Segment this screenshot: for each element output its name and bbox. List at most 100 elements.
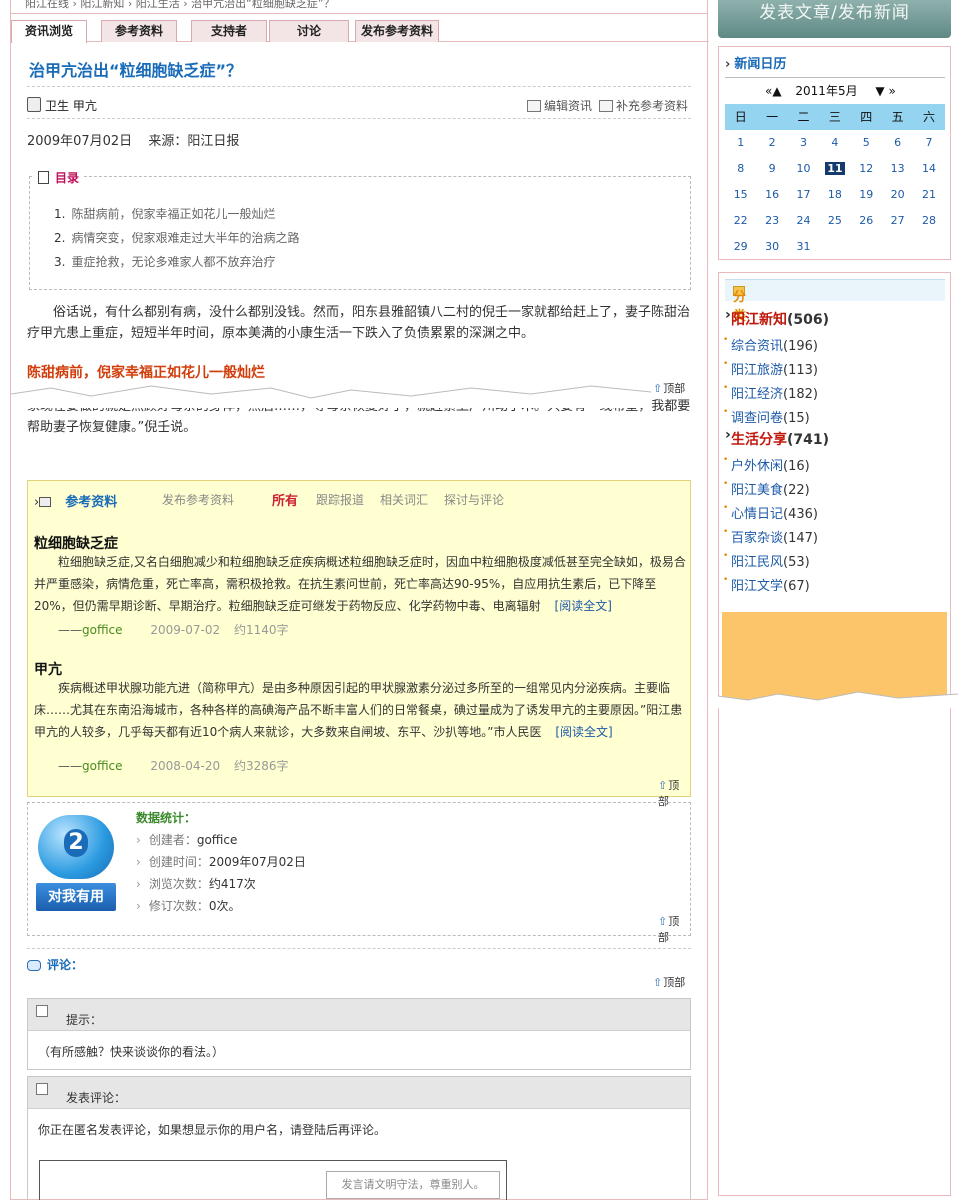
calendar-day[interactable]: 30 <box>756 234 787 260</box>
reference-tab-all[interactable]: 所有 <box>272 490 298 509</box>
reference-tab-follow-up[interactable]: 跟踪报道 <box>316 491 364 508</box>
category-item[interactable]: 阳江文学(67) <box>723 575 810 594</box>
weekday-label: 一 <box>766 110 779 124</box>
publish-button[interactable]: 发表文章/发布新闻 <box>718 0 951 38</box>
calendar-day[interactable]: 24 <box>788 208 819 234</box>
weekday-label: 三 <box>828 110 841 124</box>
calendar-day[interactable]: 28 <box>913 208 944 234</box>
calendar-day[interactable]: 2 <box>756 130 787 156</box>
reference-entry-meta: ——goffice 2009-07-02 约1140字 <box>58 623 289 637</box>
category-item[interactable]: 阳江旅游(113) <box>723 359 818 378</box>
tab-publish-reference[interactable]: 发布参考资料 <box>355 20 439 42</box>
calendar-day[interactable]: 3 <box>788 130 819 156</box>
panel-header: 提示： <box>28 999 690 1031</box>
calendar-day[interactable]: 1 <box>725 130 756 156</box>
to-top-link[interactable]: 顶部 <box>653 974 685 990</box>
calendar-day[interactable]: 21 <box>913 182 944 208</box>
category-item[interactable]: 调查问卷(15) <box>723 407 810 426</box>
next-month-button[interactable]: ▼ » <box>875 84 895 98</box>
calendar-day[interactable]: 13 <box>882 156 913 182</box>
calendar-day[interactable]: 8 <box>725 156 756 182</box>
article-source: 阳江日报 <box>187 134 240 149</box>
author-link[interactable]: goffice <box>82 759 123 773</box>
calendar-day[interactable]: 6 <box>882 130 913 156</box>
useful-button[interactable]: 对我有用 <box>36 883 116 911</box>
toc-item[interactable]: 1. 陈甜病前，倪家幸福正如花儿一般灿烂 <box>54 205 299 229</box>
tag-bar: 卫生 甲亢 编辑资讯 补充参考资料 <box>27 94 691 116</box>
calendar-day[interactable]: 31 <box>788 234 819 260</box>
calendar-day[interactable]: 17 <box>788 182 819 208</box>
category-item[interactable]: 阳江民风(53) <box>723 551 810 570</box>
toc-item[interactable]: 3. 重症抢救，无论多难家人都不放弃治疗 <box>54 253 299 277</box>
reference-entry-title[interactable]: 粒细胞缺乏症 <box>34 533 118 553</box>
calendar-day[interactable]: 4 <box>819 130 850 156</box>
news-calendar: 新闻日历 «▲ 2011年5月 ▼ » 日一二三四五六 123456789101… <box>718 46 951 260</box>
calendar-day[interactable]: 15 <box>725 182 756 208</box>
calendar-day[interactable]: 23 <box>756 208 787 234</box>
calendar-day <box>882 234 913 260</box>
category-item[interactable]: 综合资讯(196) <box>723 335 818 354</box>
calendar-day[interactable]: 9 <box>756 156 787 182</box>
category-item[interactable]: 百家杂谈(147) <box>723 527 818 546</box>
calendar-day[interactable]: 27 <box>882 208 913 234</box>
calendar-day[interactable]: 10 <box>788 156 819 182</box>
edit-icon <box>527 100 541 112</box>
comment-icon <box>27 960 41 971</box>
tab-references[interactable]: 参考资料 <box>101 20 177 42</box>
to-top-link[interactable]: 顶部 <box>653 380 685 396</box>
calendar-week: 1234567 <box>725 130 945 156</box>
author-link[interactable]: goffice <box>82 623 123 637</box>
calendar-day[interactable]: 18 <box>819 182 850 208</box>
calendar-day[interactable]: 25 <box>819 208 850 234</box>
calendar-day[interactable]: 7 <box>913 130 944 156</box>
calendar-week: 29 30 31 <box>725 234 945 260</box>
calendar-day[interactable]: 11 <box>819 156 850 182</box>
tab-discussion[interactable]: 讨论 <box>269 20 349 42</box>
useful-badge[interactable]: 2 对我有用 <box>36 815 116 915</box>
comment-input[interactable]: 发言请文明守法，尊重别人。 <box>326 1171 500 1199</box>
reference-tab-discussion[interactable]: 探讨与评论 <box>444 491 504 508</box>
calendar-day[interactable]: 29 <box>725 234 756 260</box>
category-item[interactable]: 阳江经济(182) <box>723 383 818 402</box>
category-item[interactable]: 阳江美食(22) <box>723 479 810 498</box>
weekday-label: 日 <box>734 110 747 124</box>
calendar-day[interactable]: 14 <box>913 156 944 182</box>
category-item[interactable]: 户外休闲(16) <box>723 455 810 474</box>
article-tabs: 资讯浏览 参考资料 支持者 讨论 发布参考资料 <box>11 20 709 43</box>
calendar-nav: «▲ 2011年5月 ▼ » <box>765 82 915 99</box>
reference-tab-publish[interactable]: 发布参考资料 <box>162 491 234 508</box>
calendar-week: 22 23 24 25 26 27 28 <box>725 208 945 234</box>
weekday-label: 四 <box>860 110 873 124</box>
calendar-day[interactable]: 5 <box>851 130 882 156</box>
calendar-day[interactable]: 26 <box>851 208 882 234</box>
edit-article-link[interactable]: 编辑资讯 <box>527 97 592 114</box>
calendar-day[interactable]: 12 <box>851 156 882 182</box>
tab-browse[interactable]: 资讯浏览 <box>11 20 87 43</box>
prev-month-button[interactable]: «▲ <box>765 84 782 98</box>
calendar-day[interactable]: 16 <box>756 182 787 208</box>
category-panel: › 分类 阳江新知(506) 综合资讯(196) 阳江旅游(113) 阳江经济(… <box>718 272 951 1196</box>
reference-entry-title[interactable]: 甲亢 <box>34 659 62 679</box>
calendar-day[interactable]: 22 <box>725 208 756 234</box>
calendar-day[interactable]: 20 <box>882 182 913 208</box>
stat-created: 创建时间：2009年07月02日 <box>136 853 306 870</box>
toc-item[interactable]: 2. 病情突变，倪家艰难走过大半年的治病之路 <box>54 229 299 253</box>
article-tags[interactable]: 卫生 甲亢 <box>45 97 97 114</box>
read-more-link[interactable]: [阅读全文] <box>555 725 612 739</box>
add-reference-link[interactable]: 补充参考资料 <box>599 97 688 114</box>
category-group[interactable]: 阳江新知(506) <box>725 307 829 329</box>
comment-hint-panel: 提示： （有所感触？快来谈谈你的看法。） <box>27 998 691 1070</box>
calendar-days: 1 2 3 4 5 6 7 8 9 10 11 12 13 14 15 16 17 18 19 20 21 22 23 24 2… <box>725 130 945 260</box>
reference-tab-related-terms[interactable]: 相关词汇 <box>380 491 428 508</box>
tab-supporters[interactable]: 支持者 <box>191 20 267 42</box>
note-icon <box>36 1005 48 1017</box>
read-more-link[interactable]: [阅读全文] <box>555 599 612 613</box>
toc-list: 1. 陈甜病前，倪家幸福正如花儿一般灿烂 2. 病情突变，倪家艰难走过大半年的治病之… <box>54 205 299 277</box>
to-top-link[interactable]: 顶部 <box>658 913 690 945</box>
divider <box>27 948 691 949</box>
category-group[interactable]: 生活分享(741) <box>725 427 829 449</box>
category-item[interactable]: 心情日记(436) <box>723 503 818 522</box>
comment-editor[interactable]: 发言请文明守法，尊重别人。 <box>39 1160 507 1200</box>
calendar-day[interactable]: 19 <box>851 182 882 208</box>
weekday-header: 日一二三四五六 <box>725 104 945 130</box>
